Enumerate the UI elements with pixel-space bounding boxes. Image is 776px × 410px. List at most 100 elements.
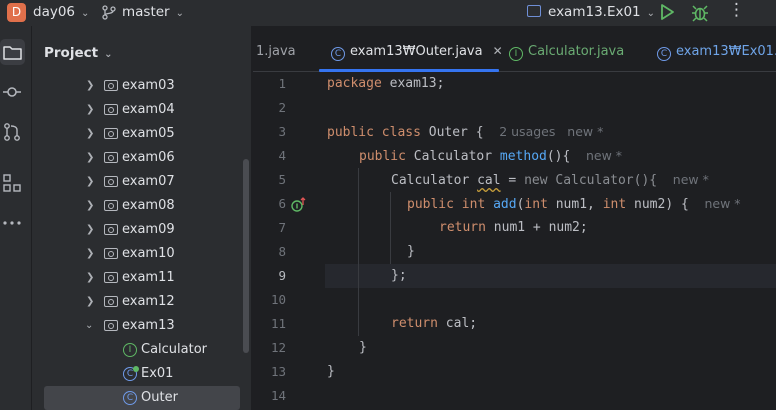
close-icon[interactable]: ✕ xyxy=(493,44,503,58)
tree-scrollbar[interactable] xyxy=(243,159,249,353)
tab-label: exam13₩Outer.java xyxy=(350,44,483,59)
line-number: 7 xyxy=(278,220,286,235)
indent-guide xyxy=(358,168,359,336)
run-icon[interactable] xyxy=(658,3,676,21)
chevron-down-icon[interactable]: ⌄ xyxy=(85,314,93,338)
chevron-right-icon[interactable]: ❯ xyxy=(86,146,94,170)
tree-item-outer[interactable]: C Outer xyxy=(44,386,240,410)
chevron-right-icon[interactable]: ❯ xyxy=(86,74,94,98)
tree-item-exam04[interactable]: ❯ exam04 xyxy=(32,98,252,122)
code-token: public int xyxy=(407,197,486,212)
tab-calculator-java[interactable]: I Calculator.java xyxy=(509,44,624,61)
class-icon: C xyxy=(123,391,137,405)
code-token: num2) { xyxy=(626,197,689,212)
package-icon xyxy=(104,320,118,331)
tree-item-exam05[interactable]: ❯ exam05 xyxy=(32,122,252,146)
chevron-right-icon[interactable]: ❯ xyxy=(86,122,94,146)
interface-icon: I xyxy=(123,343,137,357)
tab-label: exam13₩Ex01.java xyxy=(676,44,776,59)
branch-name: master xyxy=(122,4,170,20)
package-icon xyxy=(104,272,118,283)
project-name: day06 xyxy=(33,4,76,20)
package-icon xyxy=(104,128,118,139)
code-token: cal; xyxy=(437,316,478,331)
tree-item-label: exam12 xyxy=(122,294,175,309)
tree-item-label: Calculator xyxy=(141,342,208,357)
chevron-right-icon[interactable]: ❯ xyxy=(86,218,94,242)
package-icon xyxy=(104,152,118,163)
code-line-13: } xyxy=(327,364,335,379)
project-badge[interactable]: D xyxy=(7,3,26,22)
tree-item-exam11[interactable]: ❯ exam11 xyxy=(32,266,252,290)
project-selector[interactable]: day06 ⌄ xyxy=(33,4,89,20)
run-config-selector[interactable]: exam13.Ex01 ⌄ xyxy=(527,4,655,20)
tree-item-calculator[interactable]: I Calculator xyxy=(32,338,252,362)
code-token: (){ xyxy=(546,149,571,164)
project-panel: Project ⌄ ❯ exam03 ❯ exam04 ❯ exam05 ❯ exam06… xyxy=(32,26,252,410)
chevron-right-icon[interactable]: ❯ xyxy=(86,170,94,194)
package-icon xyxy=(104,296,118,307)
tool-strip xyxy=(0,26,32,410)
pull-requests-icon[interactable] xyxy=(1,121,23,143)
usage-hint[interactable]: new * xyxy=(673,172,709,187)
code-token: num1 + num2; xyxy=(485,220,588,235)
more-icon[interactable] xyxy=(1,212,23,234)
tree-item-exam09[interactable]: ❯ exam09 xyxy=(32,218,252,242)
commit-icon[interactable] xyxy=(1,81,23,103)
tab-1-java[interactable]: 1.java xyxy=(256,44,296,59)
implements-method-icon[interactable] xyxy=(291,197,307,213)
line-number: 9 xyxy=(278,268,286,283)
tree-item-label: exam03 xyxy=(122,78,175,93)
indent-guide xyxy=(390,192,391,264)
usage-hint[interactable]: new * xyxy=(704,196,740,211)
tree-item-exam07[interactable]: ❯ exam07 xyxy=(32,170,252,194)
more-icon[interactable]: ⋮ xyxy=(728,1,745,19)
chevron-right-icon[interactable]: ❯ xyxy=(86,290,94,314)
code-token: Calculator xyxy=(405,149,500,164)
code-token: cal xyxy=(477,173,501,188)
code-token: public xyxy=(359,149,406,164)
package-icon xyxy=(104,200,118,211)
chevron-right-icon[interactable]: ❯ xyxy=(86,266,94,290)
chevron-right-icon[interactable]: ❯ xyxy=(86,98,94,122)
code-line-1: package exam13; xyxy=(327,72,444,96)
runnable-class-icon: C xyxy=(123,366,139,381)
chevron-right-icon[interactable]: ❯ xyxy=(86,194,94,218)
package-icon xyxy=(104,176,118,187)
structure-icon[interactable] xyxy=(1,172,23,194)
chevron-right-icon[interactable]: ❯ xyxy=(86,242,94,266)
tree-item-label: exam08 xyxy=(122,198,175,213)
code-token: return xyxy=(439,220,486,235)
tree-item-label: exam10 xyxy=(122,246,175,261)
editor-tabs: 1.java Cexam13₩Outer.java ✕ I Calculator.j… xyxy=(253,26,776,72)
code-token: = xyxy=(500,173,525,188)
usage-hint[interactable]: 2 usages new * xyxy=(499,124,603,139)
tree-item-exam03[interactable]: ❯ exam03 xyxy=(32,74,252,98)
tree-item-exam08[interactable]: ❯ exam08 xyxy=(32,194,252,218)
run-config-name: exam13.Ex01 xyxy=(548,4,641,20)
tree-item-ex01[interactable]: C Ex01 xyxy=(32,362,252,386)
tree-item-exam06[interactable]: ❯ exam06 xyxy=(32,146,252,170)
tab-ex01-java[interactable]: Cexam13₩Ex01.java xyxy=(657,44,776,61)
code-editor[interactable]: 1 2 3 4 5 6 7 8 9 10 11 12 13 14 package… xyxy=(253,72,776,410)
tree-item-exam12[interactable]: ❯ exam12 xyxy=(32,290,252,314)
code-token: int xyxy=(602,197,627,212)
tab-label: 1.java xyxy=(256,44,296,59)
code-token: new Calculator(){ xyxy=(524,173,658,188)
folder-icon[interactable] xyxy=(0,39,25,65)
code-token: Outer { xyxy=(420,125,484,140)
project-tree: ❯ exam03 ❯ exam04 ❯ exam05 ❯ exam06 ❯ exam07 … xyxy=(32,74,252,410)
code-token: method xyxy=(499,149,547,164)
tree-item-exam13[interactable]: ⌄ exam13 xyxy=(32,314,252,338)
branch-selector[interactable]: master ⌄ xyxy=(102,4,184,20)
tab-outer-java[interactable]: Cexam13₩Outer.java ✕ xyxy=(331,44,503,61)
code-token: add xyxy=(493,197,517,212)
line-number: 14 xyxy=(270,388,286,403)
tree-item-label: exam13 xyxy=(122,318,175,333)
debug-icon[interactable] xyxy=(690,3,710,23)
project-panel-header[interactable]: Project ⌄ xyxy=(44,45,112,61)
package-icon xyxy=(104,104,118,115)
tree-item-exam10[interactable]: ❯ exam10 xyxy=(32,242,252,266)
usage-hint[interactable]: new * xyxy=(586,148,622,163)
code-token: exam13; xyxy=(381,76,445,91)
